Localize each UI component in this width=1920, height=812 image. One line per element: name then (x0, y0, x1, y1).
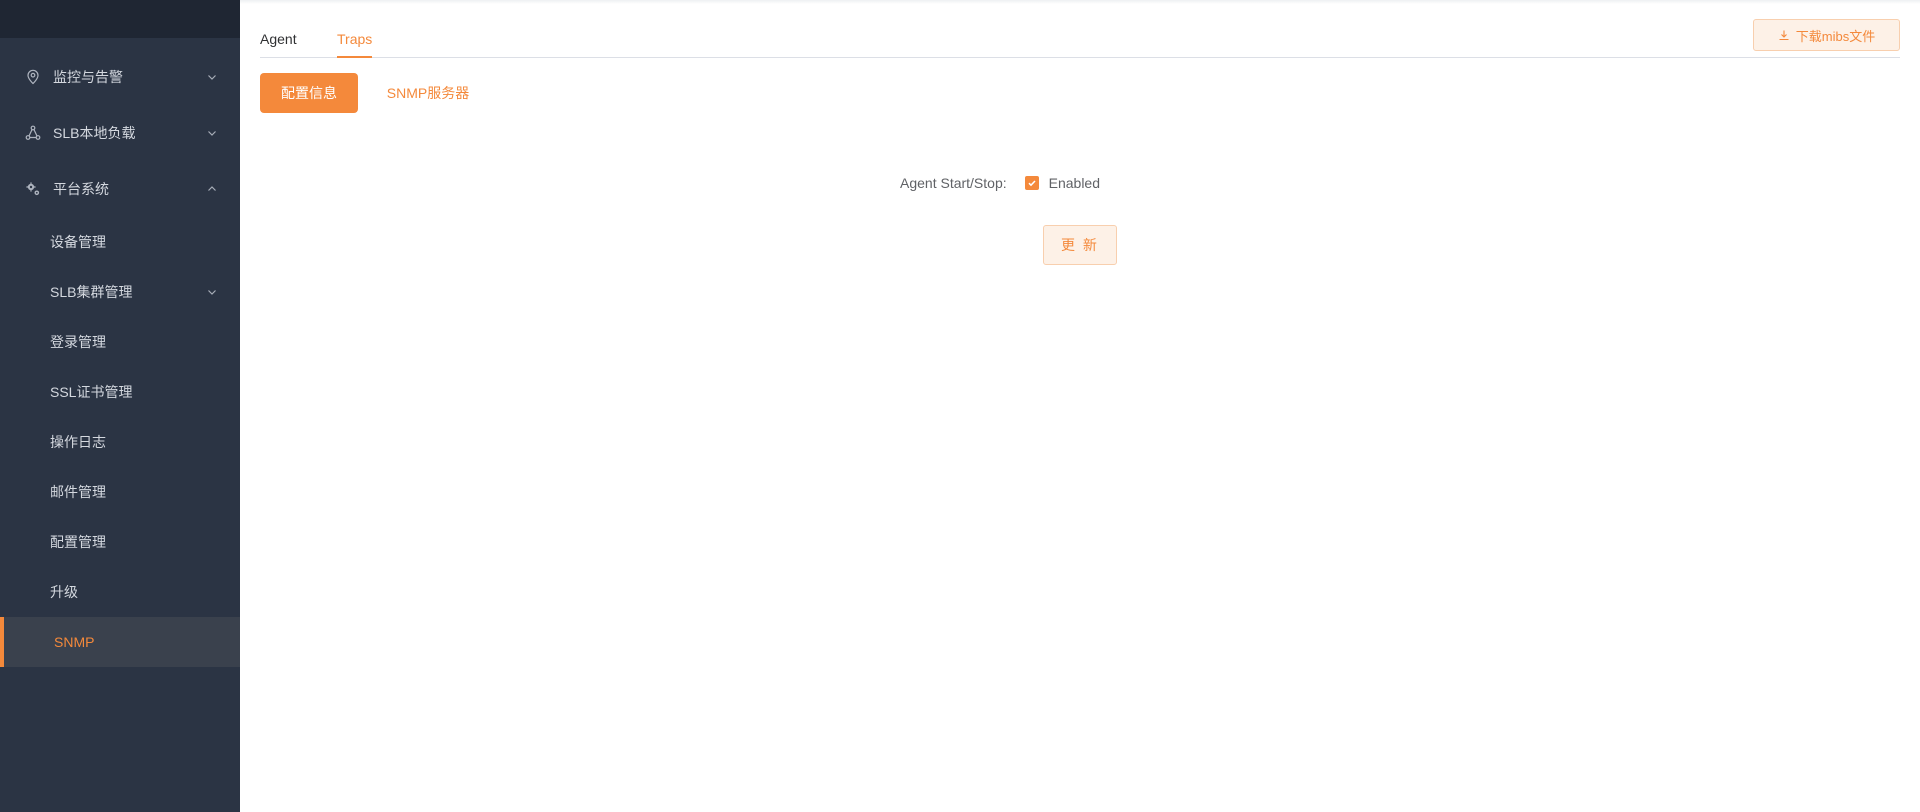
sidebar-item-operation-log[interactable]: 操作日志 (0, 417, 240, 467)
app-root: 监控与告警 SLB本地负载 平台系统 设备管理 SLB集群管理 登录管理 SSL… (0, 0, 1920, 812)
sidebar-item-label: 升级 (50, 584, 78, 600)
sidebar-item-device-management[interactable]: 设备管理 (0, 217, 240, 267)
sidebar-group-label: 平台系统 (53, 181, 109, 197)
network-nodes-icon (24, 124, 42, 142)
agent-start-stop-row: Agent Start/Stop: Enabled (900, 172, 1100, 194)
update-button[interactable]: 更 新 (1043, 225, 1117, 265)
sidebar-item-label: 配置管理 (50, 534, 106, 550)
gears-icon (24, 180, 42, 198)
enabled-checkbox-label[interactable]: Enabled (1049, 175, 1100, 191)
sidebar-item-label: 邮件管理 (50, 484, 106, 500)
agent-start-stop-label: Agent Start/Stop: (900, 175, 1007, 191)
sidebar-item-snmp[interactable]: SNMP (0, 617, 240, 667)
sidebar-item-label: 设备管理 (50, 234, 106, 250)
sidebar: 监控与告警 SLB本地负载 平台系统 设备管理 SLB集群管理 登录管理 SSL… (0, 0, 240, 812)
download-icon (1778, 29, 1790, 41)
sidebar-group-platform[interactable]: 平台系统 (0, 161, 240, 217)
download-mibs-button[interactable]: 下载mibs文件 (1753, 19, 1900, 51)
chevron-down-icon (206, 127, 218, 139)
main-content: Agent Traps 下载mibs文件 配置信息 SNMP服务器 Agent … (240, 0, 1920, 812)
tab-traps[interactable]: Traps (337, 31, 373, 58)
download-mibs-label: 下载mibs文件 (1795, 28, 1876, 44)
sidebar-item-login-management[interactable]: 登录管理 (0, 317, 240, 367)
tab-bar: Agent Traps (260, 24, 1900, 58)
chevron-down-icon (206, 71, 218, 83)
sidebar-item-label: SLB集群管理 (50, 284, 133, 300)
top-shadow (240, 0, 1920, 4)
sidebar-group-monitoring[interactable]: 监控与告警 (0, 49, 240, 105)
location-pin-icon (24, 68, 42, 86)
config-info-button[interactable]: 配置信息 (260, 73, 358, 113)
checkmark-icon (1028, 180, 1036, 187)
sidebar-item-slb-cluster[interactable]: SLB集群管理 (0, 267, 240, 317)
sidebar-group-label: SLB本地负载 (53, 125, 136, 141)
sidebar-item-label: SNMP (54, 634, 95, 650)
snmp-server-link[interactable]: SNMP服务器 (378, 73, 478, 113)
sidebar-group-slb[interactable]: SLB本地负载 (0, 105, 240, 161)
sidebar-item-upgrade[interactable]: 升级 (0, 567, 240, 617)
sidebar-item-ssl-certificates[interactable]: SSL证书管理 (0, 367, 240, 417)
sidebar-header (0, 0, 240, 38)
sidebar-item-label: 登录管理 (50, 334, 106, 350)
chevron-up-icon (206, 183, 218, 195)
sidebar-item-mail-management[interactable]: 邮件管理 (0, 467, 240, 517)
tab-agent[interactable]: Agent (260, 31, 297, 58)
enabled-checkbox[interactable] (1024, 176, 1039, 190)
chevron-down-icon (206, 286, 218, 298)
sidebar-item-config-management[interactable]: 配置管理 (0, 517, 240, 567)
sidebar-group-label: 监控与告警 (53, 69, 123, 85)
sidebar-item-label: SSL证书管理 (50, 384, 133, 400)
sidebar-item-label: 操作日志 (50, 434, 106, 450)
